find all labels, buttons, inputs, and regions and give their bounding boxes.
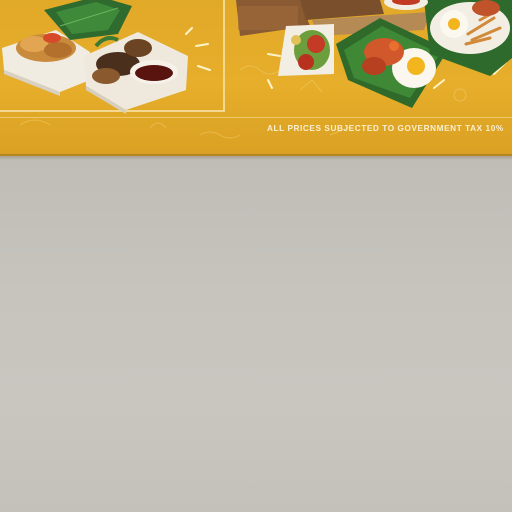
banner-shadow xyxy=(0,154,512,160)
sauce-plate-top xyxy=(384,0,428,10)
salad-plate xyxy=(278,24,334,76)
gray-wall xyxy=(0,150,512,512)
banner-divider xyxy=(0,117,512,118)
takeaway-box-left xyxy=(2,30,90,96)
tax-notice: ALL PRICES SUBJECTED TO GOVERNMENT TAX 1… xyxy=(267,124,504,133)
takeaway-box-right xyxy=(84,32,188,114)
menu-banner: ALL PRICES SUBJECTED TO GOVERNMENT TAX 1… xyxy=(0,0,512,156)
